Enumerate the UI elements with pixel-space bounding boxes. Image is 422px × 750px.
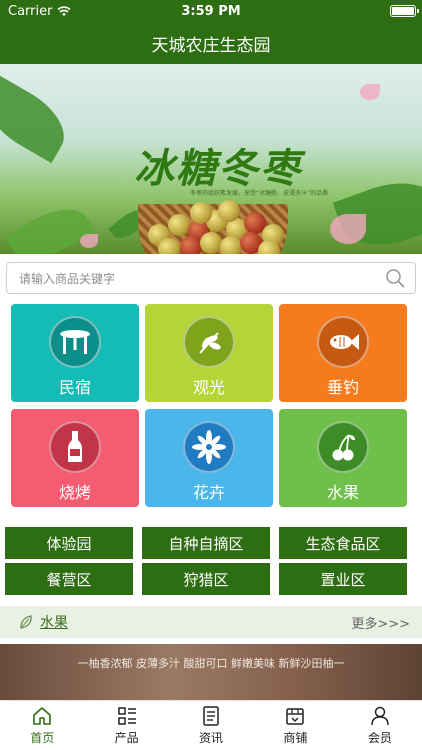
table-icon xyxy=(49,316,101,368)
promo-banner[interactable]: 一柚香浓郁 皮薄多汁 酸甜可口 鲜嫩美味 新鲜沙田柚一 xyxy=(0,644,422,700)
category-chuidiao[interactable]: 垂钓 xyxy=(279,304,407,402)
tab-label: 会员 xyxy=(367,731,392,745)
category-label: 烧烤 xyxy=(58,483,91,502)
category-label: 民宿 xyxy=(58,378,91,397)
fish-icon xyxy=(317,316,369,368)
tab-home[interactable]: 首页 xyxy=(0,701,84,750)
leaf-icon xyxy=(20,615,32,629)
section-title-group: 水果 xyxy=(18,612,68,632)
shop-icon xyxy=(286,708,305,725)
jujube-pile xyxy=(140,200,290,254)
search-icon[interactable] xyxy=(385,268,405,288)
petal-decoration xyxy=(360,84,380,100)
tab-shop[interactable]: 商铺 xyxy=(253,701,337,750)
home-icon xyxy=(33,707,52,725)
bottle-icon xyxy=(49,421,101,473)
category-label: 花卉 xyxy=(192,483,225,502)
more-link[interactable]: 更多>>> xyxy=(351,613,410,632)
category-shuiguo[interactable]: 水果 xyxy=(279,409,407,507)
zone-button[interactable]: 狩猎区 xyxy=(142,563,270,595)
tab-label: 商铺 xyxy=(283,731,308,745)
category-minsu[interactable]: 民宿 xyxy=(11,304,139,402)
banner-subtitle: 冬枣的组织素发展，享受“冰糖脆，皮薄多汁”的品质 xyxy=(190,190,329,197)
page-title: 天城农庄生态园 xyxy=(151,35,271,56)
banner-title: 冰糖冬枣 xyxy=(134,145,302,192)
promo-text: 一柚香浓郁 皮薄多汁 酸甜可口 鲜嫩美味 新鲜沙田柚一 xyxy=(77,657,345,670)
leaf-icon xyxy=(183,316,235,368)
news-icon xyxy=(203,706,219,726)
zone-button[interactable]: 体验园 xyxy=(5,527,133,559)
battery-icon xyxy=(390,5,419,17)
category-guanguang[interactable]: 观光 xyxy=(145,304,273,402)
search-placeholder: 请输入商品关键字 xyxy=(19,271,116,286)
grid-icon xyxy=(117,707,136,725)
tab-label: 资讯 xyxy=(199,731,224,745)
status-time: 3:59 PM xyxy=(181,3,241,19)
status-bar: Carrier 3:59 PM xyxy=(0,0,422,22)
petal-decoration xyxy=(330,214,366,244)
search-input[interactable]: 请输入商品关键字 xyxy=(6,262,416,294)
category-label: 观光 xyxy=(192,378,225,397)
category-label: 水果 xyxy=(326,483,359,502)
user-icon xyxy=(371,706,389,726)
tab-label: 首页 xyxy=(30,731,55,745)
petal-decoration xyxy=(80,234,98,248)
tab-bar: 首页 产品 资讯 商铺 会员 xyxy=(0,700,422,750)
category-label: 垂钓 xyxy=(326,378,359,397)
section-title[interactable]: 水果 xyxy=(40,612,68,632)
zone-button[interactable]: 置业区 xyxy=(279,563,407,595)
zone-button[interactable]: 自种自摘区 xyxy=(142,527,270,559)
tab-news[interactable]: 资讯 xyxy=(169,701,253,750)
tab-label: 产品 xyxy=(114,731,139,745)
tab-member[interactable]: 会员 xyxy=(338,701,422,750)
category-shaokao[interactable]: 烧烤 xyxy=(11,409,139,507)
leaf-decoration xyxy=(0,74,77,164)
flower-icon xyxy=(183,421,235,473)
tab-products[interactable]: 产品 xyxy=(84,701,168,750)
banner-carousel[interactable]: 冰糖冬枣 冬枣的组织素发展，享受“冰糖脆，皮薄多汁”的品质 xyxy=(0,64,422,254)
section-header: 水果 更多>>> xyxy=(0,606,422,638)
nav-bar: 天城农庄生态园 xyxy=(0,22,422,64)
zone-button[interactable]: 餐营区 xyxy=(5,563,133,595)
category-huahui[interactable]: 花卉 xyxy=(145,409,273,507)
cherry-icon xyxy=(317,421,369,473)
zone-button[interactable]: 生态食品区 xyxy=(279,527,407,559)
